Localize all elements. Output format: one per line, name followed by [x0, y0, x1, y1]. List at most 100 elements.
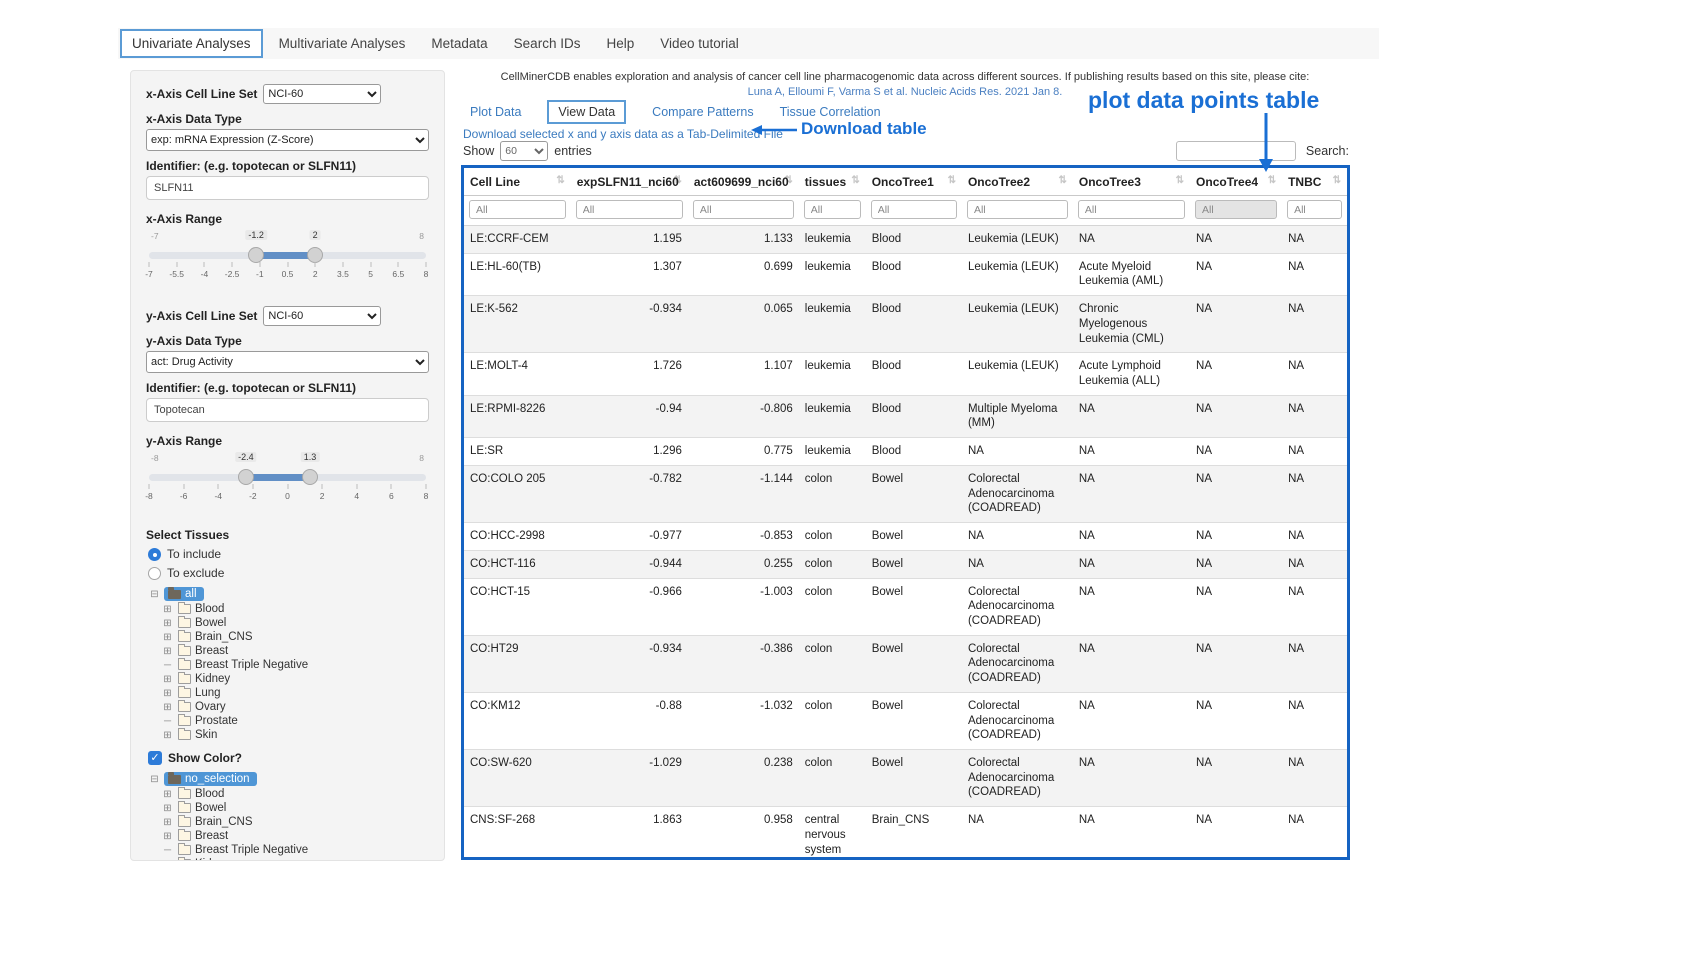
slider-low-value: -2.4: [235, 452, 257, 462]
filter-input-oncotree2[interactable]: [967, 200, 1068, 219]
tree-node-lung[interactable]: ⊞Lung: [161, 686, 429, 700]
tree-node-brain-cns[interactable]: ⊞ Brain_CNS: [161, 815, 429, 829]
slider-tick-label: 3.5: [337, 269, 349, 279]
tree-node-blood[interactable]: ⊞Blood: [161, 787, 429, 801]
expand-icon[interactable]: ⊞: [161, 817, 174, 828]
expand-icon[interactable]: ⊞: [161, 604, 174, 615]
tab-view-data[interactable]: View Data: [547, 100, 626, 124]
table-cell: NA: [962, 550, 1073, 578]
nav-tab-multivariate-analyses[interactable]: Multivariate Analyses: [269, 31, 416, 56]
tree-node-breast[interactable]: ⊞Breast: [161, 829, 429, 843]
expand-icon[interactable]: ⊞: [161, 730, 174, 741]
expand-icon[interactable]: ⊞: [161, 789, 174, 800]
x-data-type-select[interactable]: exp: mRNA Expression (Z-Score): [146, 129, 429, 151]
column-header-expslfn11-nci60[interactable]: ⇅expSLFN11_nci60: [571, 168, 688, 196]
expand-icon[interactable]: ⊞: [161, 674, 174, 685]
filter-input-tissues[interactable]: [804, 200, 861, 219]
table-cell: -0.944: [571, 550, 688, 578]
table-cell: Leukemia (LEUK): [962, 253, 1073, 295]
filter-input-expslfn11-nci60[interactable]: [576, 200, 683, 219]
expand-icon[interactable]: ⊞: [161, 688, 174, 699]
column-header-tissues[interactable]: ⇅tissues: [799, 168, 866, 196]
tab-compare-patterns[interactable]: Compare Patterns: [652, 105, 753, 119]
x-data-type-label: x-Axis Data Type: [146, 112, 429, 126]
exclude-radio[interactable]: [148, 567, 161, 580]
column-header-oncotree1[interactable]: ⇅OncoTree1: [866, 168, 962, 196]
tab-tissue-correlation[interactable]: Tissue Correlation: [780, 105, 881, 119]
table-cell: NA: [1190, 523, 1282, 551]
include-radio[interactable]: [148, 548, 161, 561]
y-identifier-input[interactable]: [146, 398, 429, 422]
slider-handle-high[interactable]: [307, 247, 323, 263]
tree-node-breast[interactable]: ⊞Breast: [161, 644, 429, 658]
tree-node-kidney[interactable]: ⊞Kidney: [161, 672, 429, 686]
table-cell: -1.003: [688, 578, 799, 635]
nav-tab-univariate-analyses[interactable]: Univariate Analyses: [120, 29, 263, 58]
y-cell-line-set-select[interactable]: NCI-60: [263, 306, 381, 326]
tree-node-blood[interactable]: ⊞Blood: [161, 602, 429, 616]
filter-input-tnbc[interactable]: [1287, 200, 1342, 219]
tree-node-skin[interactable]: ⊞Skin: [161, 728, 429, 742]
filter-input-act609699-nci60[interactable]: [693, 200, 794, 219]
tree-node-label: Brain_CNS: [195, 816, 253, 828]
filter-input-oncotree1[interactable]: [871, 200, 957, 219]
tree-node-label: Prostate: [195, 715, 238, 727]
column-header-cell-line[interactable]: ⇅Cell Line: [464, 168, 571, 196]
down-arrow-icon: [1257, 113, 1275, 173]
nav-tab-video-tutorial[interactable]: Video tutorial: [650, 31, 749, 56]
tree-node-bowel[interactable]: ⊞Bowel: [161, 616, 429, 630]
x-cell-line-set-select[interactable]: NCI-60: [263, 84, 381, 104]
citation-link[interactable]: Luna A, Elloumi F, Varma S et al. Nuclei…: [748, 86, 1063, 98]
tissues-include-option[interactable]: To include: [148, 547, 429, 561]
expand-icon[interactable]: ⊞: [161, 859, 174, 862]
tree-node-prostate[interactable]: ─Prostate: [161, 714, 429, 728]
show-color-checkbox[interactable]: ✓: [148, 751, 162, 765]
slider-handle-high[interactable]: [302, 469, 318, 485]
x-identifier-input[interactable]: [146, 176, 429, 200]
column-header-act609699-nci60[interactable]: ⇅act609699_nci60: [688, 168, 799, 196]
tissues-exclude-option[interactable]: To exclude: [148, 566, 429, 580]
table-cell: Bowel: [866, 578, 962, 635]
nav-tab-metadata[interactable]: Metadata: [421, 31, 497, 56]
table-cell: 0.238: [688, 749, 799, 806]
tree-node-ovary[interactable]: ⊞Ovary: [161, 700, 429, 714]
table-cell: LE:RPMI-8226: [464, 395, 571, 437]
tree-node-all[interactable]: all: [164, 587, 204, 601]
filter-input-oncotree3[interactable]: [1078, 200, 1185, 219]
download-link[interactable]: Download selected x and y axis data as a…: [463, 127, 783, 141]
slider-handle-low[interactable]: [238, 469, 254, 485]
column-header-tnbc[interactable]: ⇅TNBC: [1282, 168, 1347, 196]
collapse-icon[interactable]: ⊟: [148, 774, 161, 785]
expand-icon[interactable]: ⊞: [161, 803, 174, 814]
expand-icon[interactable]: ⊞: [161, 632, 174, 643]
tree-node-bowel[interactable]: ⊞Bowel: [161, 801, 429, 815]
table-cell: colon: [799, 749, 866, 806]
filter-input-oncotree4[interactable]: [1195, 200, 1277, 219]
tree-node-breast-triple-negative[interactable]: ─Breast Triple Negative: [161, 843, 429, 857]
table-cell: leukemia: [799, 296, 866, 353]
expand-icon[interactable]: ⊞: [161, 618, 174, 629]
column-header-oncotree3[interactable]: ⇅OncoTree3: [1073, 168, 1190, 196]
table-cell: 0.065: [688, 296, 799, 353]
table-cell: Leukemia (LEUK): [962, 353, 1073, 395]
expand-icon[interactable]: ⊞: [161, 646, 174, 657]
show-color-row[interactable]: ✓ Show Color?: [148, 751, 429, 765]
tab-plot-data[interactable]: Plot Data: [470, 105, 521, 119]
nav-tab-help[interactable]: Help: [596, 31, 644, 56]
collapse-icon[interactable]: ⊟: [148, 589, 161, 600]
entries-select[interactable]: 60: [500, 141, 548, 161]
expand-icon[interactable]: ⊞: [161, 702, 174, 713]
expand-icon[interactable]: ⊞: [161, 831, 174, 842]
folder-icon: [178, 803, 191, 813]
column-header-oncotree2[interactable]: ⇅OncoTree2: [962, 168, 1073, 196]
y-data-type-select[interactable]: act: Drug Activity: [146, 351, 429, 373]
tree-node-breast-triple-negative[interactable]: ─Breast Triple Negative: [161, 658, 429, 672]
tree-node-kidney[interactable]: ⊞Kidney: [161, 857, 429, 861]
search-input[interactable]: [1176, 141, 1296, 161]
nav-tab-search-ids[interactable]: Search IDs: [504, 31, 591, 56]
filter-input-cell-line[interactable]: [469, 200, 566, 219]
tree-node-no-selection[interactable]: no_selection: [164, 772, 257, 786]
slider-max-label: 8: [419, 453, 424, 463]
tree-node-brain-cns[interactable]: ⊞Brain_CNS: [161, 630, 429, 644]
slider-handle-low[interactable]: [248, 247, 264, 263]
